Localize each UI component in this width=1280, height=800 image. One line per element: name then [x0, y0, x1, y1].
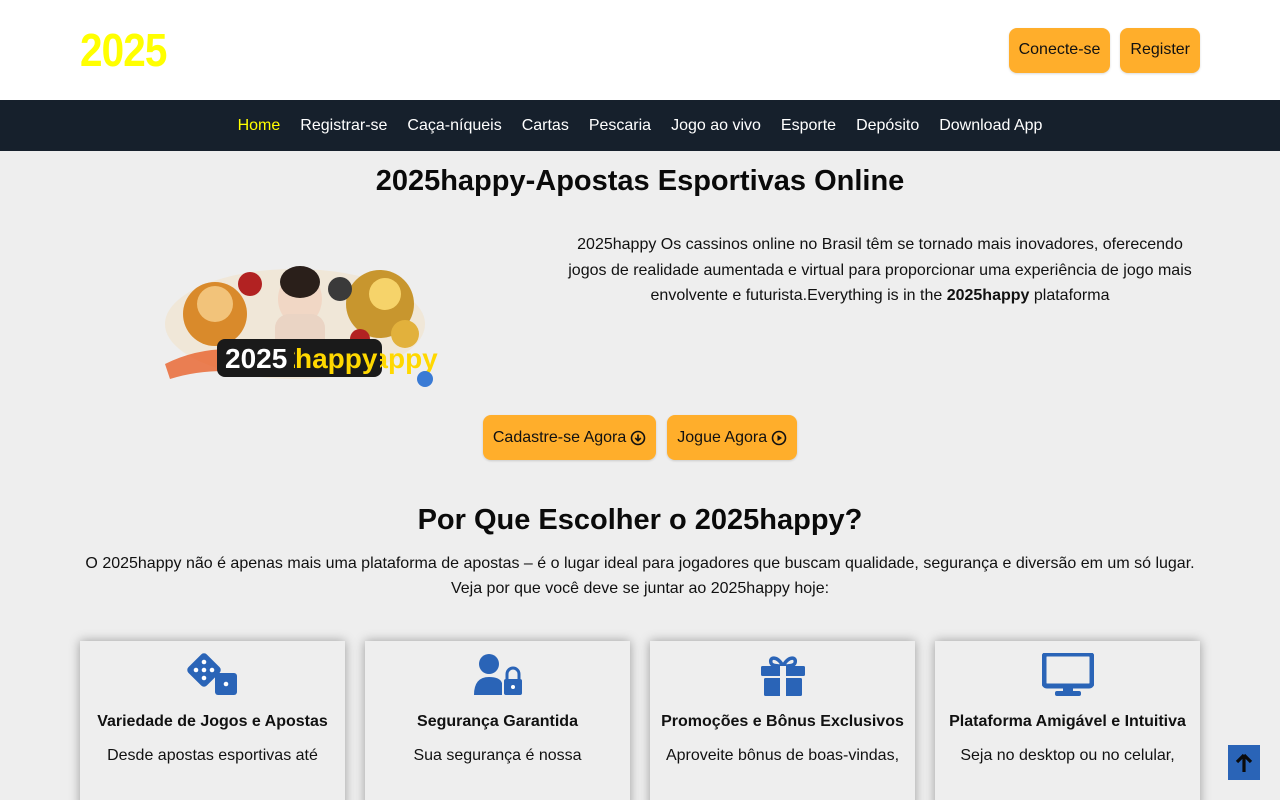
feature-card-text: Desde apostas esportivas até	[107, 747, 318, 764]
jogue-agora-button[interactable]: Jogue Agora	[667, 415, 798, 460]
feature-card-promos: Promoções e Bônus Exclusivos Aproveite b…	[650, 641, 915, 800]
nav-item-cartas[interactable]: Cartas	[522, 117, 569, 135]
scroll-to-top-button[interactable]	[1228, 745, 1260, 780]
feature-card-title: Promoções e Bônus Exclusivos	[661, 713, 904, 730]
hero-title: 2025happy-Apostas Esportivas Online	[375, 165, 905, 197]
nav-item-pescaria[interactable]: Pescaria	[589, 117, 651, 135]
site-header: 2025 Conecte-se Register	[0, 0, 1280, 100]
gift-icon	[760, 656, 805, 696]
dice-icon	[186, 653, 237, 695]
hero-banner-image: 2025 2025happy happy	[165, 266, 438, 387]
auth-buttons: Conecte-se Register	[1008, 27, 1200, 73]
nav-item-home[interactable]: Home	[238, 117, 281, 135]
feature-cards: Variedade de Jogos e Apostas Desde apost…	[0, 641, 1280, 800]
nav-item-registrar[interactable]: Registrar-se	[300, 117, 387, 135]
login-button[interactable]: Conecte-se	[1008, 27, 1111, 73]
feature-card-games: Variedade de Jogos e Apostas Desde apost…	[80, 641, 345, 800]
feature-card-platform: Plataforma Amigável e Intuitiva Seja no …	[935, 641, 1200, 800]
site-logo[interactable]: 2025	[80, 23, 167, 77]
cta-buttons: Cadastre-se Agora Jogue Agora	[0, 415, 1280, 460]
hero-description: 2025happy Os cassinos online no Brasil t…	[568, 236, 1192, 304]
feature-card-text: Seja no desktop ou no celular,	[960, 747, 1175, 764]
nav-item-deposito[interactable]: Depósito	[856, 117, 919, 135]
register-button[interactable]: Register	[1120, 27, 1200, 73]
circle-arrow-down-icon	[630, 430, 646, 445]
nav-item-esporte[interactable]: Esporte	[781, 117, 836, 135]
hero-section: 2025 2025happy happy 2025happy Os cassin…	[0, 232, 1280, 407]
feature-card-text: Sua segurança é nossa	[413, 747, 582, 764]
nav-item-slots[interactable]: Caça-níqueis	[407, 117, 501, 135]
nav-item-live[interactable]: Jogo ao vivo	[671, 117, 761, 135]
svg-text:2025: 2025	[225, 343, 287, 374]
circle-play-icon	[771, 430, 787, 445]
feature-card-title: Plataforma Amigável e Intuitiva	[949, 713, 1186, 730]
feature-card-text: Aproveite bônus de boas-vindas,	[665, 747, 900, 764]
desktop-icon	[1041, 653, 1094, 696]
arrow-up-icon	[1235, 753, 1253, 772]
hero-brand-bold: 2025happy	[946, 287, 1030, 304]
feature-card-title: Variedade de Jogos e Apostas	[97, 713, 328, 730]
main-nav: Home Registrar-se Caça-níqueis Cartas Pe…	[0, 100, 1280, 151]
cadastre-se-button[interactable]: Cadastre-se Agora	[482, 415, 657, 460]
feature-card-title: Segurança Garantida	[417, 713, 578, 730]
feature-card-security: Segurança Garantida Sua segurança é noss…	[365, 641, 630, 800]
why-description: O 2025happy não é apenas mais uma plataf…	[85, 555, 1195, 597]
nav-item-download[interactable]: Download App	[939, 117, 1042, 135]
user-lock-icon	[473, 654, 522, 695]
svg-text:happy: happy	[295, 343, 378, 374]
why-title: Por Que Escolher o 2025happy?	[417, 504, 863, 536]
